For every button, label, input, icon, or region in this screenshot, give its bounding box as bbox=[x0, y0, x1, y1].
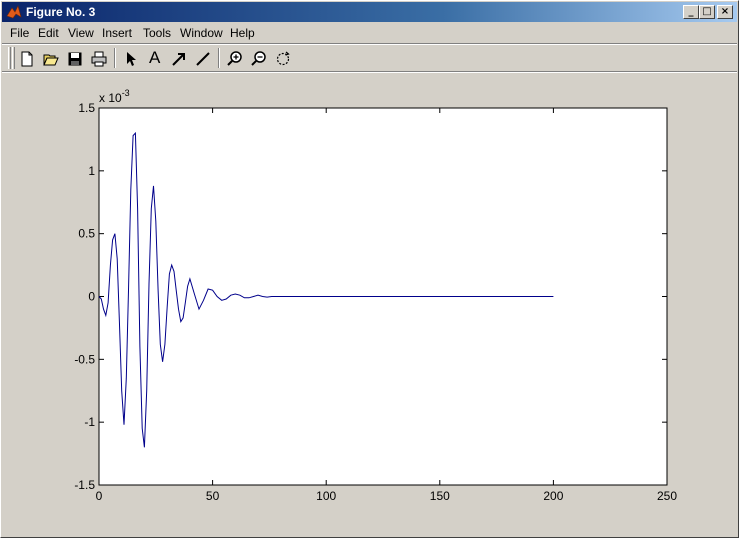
y-tick-label: -1.5 bbox=[74, 478, 95, 492]
x-tick-label: 50 bbox=[206, 489, 220, 503]
y-tick-label: -1 bbox=[84, 415, 95, 429]
x-tick-label: 250 bbox=[657, 489, 677, 503]
figure-canvas: 0 50 100 150 200 250 -1.5 -1 -0.5 0 0.5 1 1.5 x 10-… bbox=[74, 88, 677, 503]
y-tick-label: 0 bbox=[88, 290, 95, 304]
y-tick-label: 1 bbox=[88, 164, 95, 178]
x-tick-label: 200 bbox=[543, 489, 563, 503]
x-tick-label: 150 bbox=[430, 489, 450, 503]
y-tick-label: 0.5 bbox=[78, 227, 95, 241]
y-tick-label: 1.5 bbox=[78, 101, 95, 115]
x-tick-label: 100 bbox=[316, 489, 336, 503]
y-exponent-label: x 10-3 bbox=[99, 88, 130, 105]
x-tick-label: 0 bbox=[96, 489, 103, 503]
y-tick-label: -0.5 bbox=[74, 352, 95, 366]
figure-window: Figure No. 3 _ □ × File Edit View Insert… bbox=[0, 0, 739, 538]
